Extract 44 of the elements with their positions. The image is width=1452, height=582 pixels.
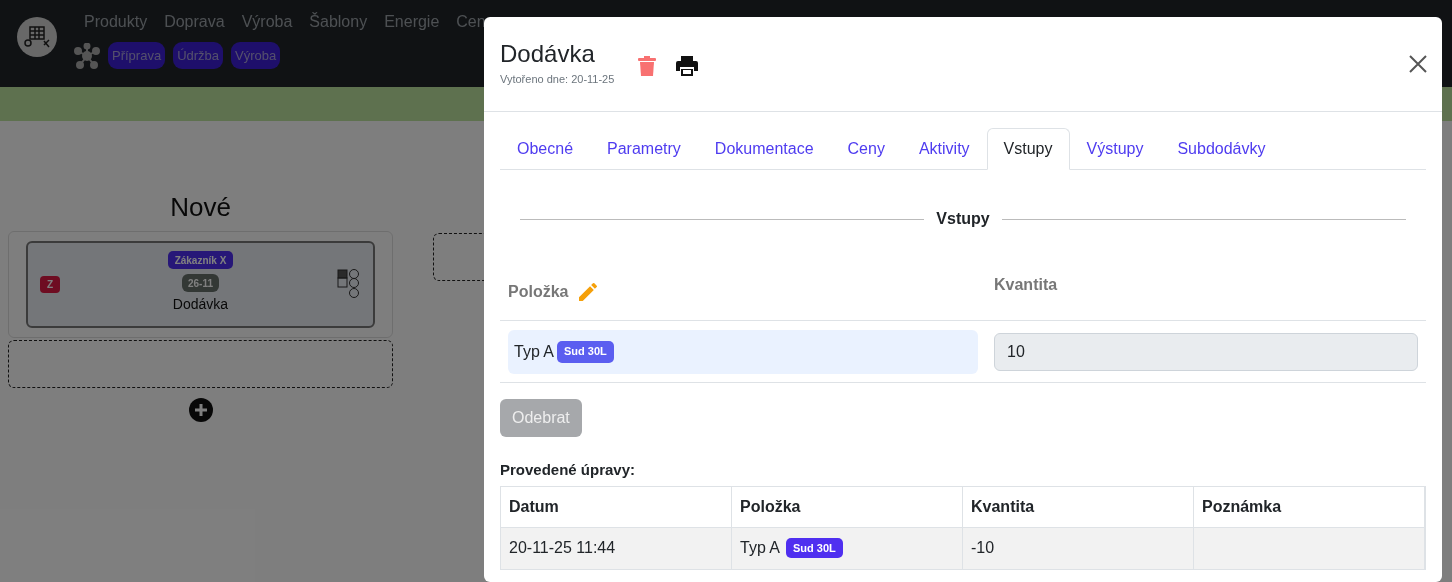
item-name: Typ A bbox=[514, 341, 555, 362]
customer-badge: Zákazník X bbox=[167, 251, 234, 269]
nav-link[interactable]: Produkty bbox=[84, 10, 148, 34]
created-date: Vytořeno dne: 20-11-25 bbox=[500, 72, 615, 87]
column-title: Nové bbox=[170, 191, 231, 224]
card-title: Dodávka bbox=[172, 295, 229, 314]
delete-icon[interactable] bbox=[638, 55, 659, 77]
print-icon[interactable] bbox=[676, 55, 699, 77]
table-header-cell: Datum bbox=[501, 486, 732, 528]
section-title: Vstupy bbox=[936, 209, 990, 229]
table-header-cell: Poznámka bbox=[1194, 486, 1425, 528]
table-header-cell: Položka bbox=[732, 486, 963, 528]
date-badge: 26-11 bbox=[182, 274, 219, 292]
status-indicator-icon bbox=[337, 269, 361, 299]
table-header-cell: Kvantita bbox=[963, 486, 1194, 528]
logo-icon bbox=[17, 17, 57, 57]
column-header: Kvantita bbox=[994, 275, 1058, 295]
modal-title: Dodávka bbox=[500, 39, 596, 69]
table-cell: -10 bbox=[963, 527, 1194, 569]
table-cell: 20-11-25 11:44 bbox=[501, 527, 732, 569]
item-tag: Sud 30L bbox=[557, 340, 614, 363]
tab[interactable]: Subdodávky bbox=[1160, 128, 1283, 170]
column-header: Položka bbox=[508, 281, 569, 302]
tab[interactable]: Ceny bbox=[830, 128, 902, 170]
tab[interactable]: Výstupy bbox=[1069, 128, 1161, 170]
tab[interactable]: Parametry bbox=[590, 128, 698, 170]
tab[interactable]: Dokumentace bbox=[697, 128, 831, 170]
table-cell-text: Typ A bbox=[740, 538, 781, 558]
task-card[interactable]: Z Zákazník X 26-11 Dodávka bbox=[26, 241, 375, 328]
tab[interactable]: Vstupy bbox=[986, 128, 1070, 170]
nav-link[interactable]: Doprava bbox=[164, 10, 225, 34]
tab[interactable]: Aktivity bbox=[901, 128, 987, 170]
add-icon[interactable] bbox=[188, 398, 213, 422]
nav-link[interactable]: Cen bbox=[456, 10, 486, 34]
history-title: Provedené úpravy: bbox=[500, 460, 637, 480]
nav-link[interactable]: Výroba bbox=[241, 10, 293, 34]
item-field[interactable]: Typ A Sud 30L bbox=[508, 329, 978, 374]
tab[interactable]: Obecné bbox=[500, 128, 591, 170]
network-icon[interactable] bbox=[74, 42, 100, 69]
close-icon[interactable] bbox=[1408, 54, 1428, 74]
priority-badge: Z bbox=[40, 276, 60, 293]
nav-link[interactable]: Energie bbox=[384, 10, 440, 34]
nav-link[interactable]: Šablony bbox=[309, 10, 368, 34]
item-tag: Sud 30L bbox=[786, 538, 843, 558]
